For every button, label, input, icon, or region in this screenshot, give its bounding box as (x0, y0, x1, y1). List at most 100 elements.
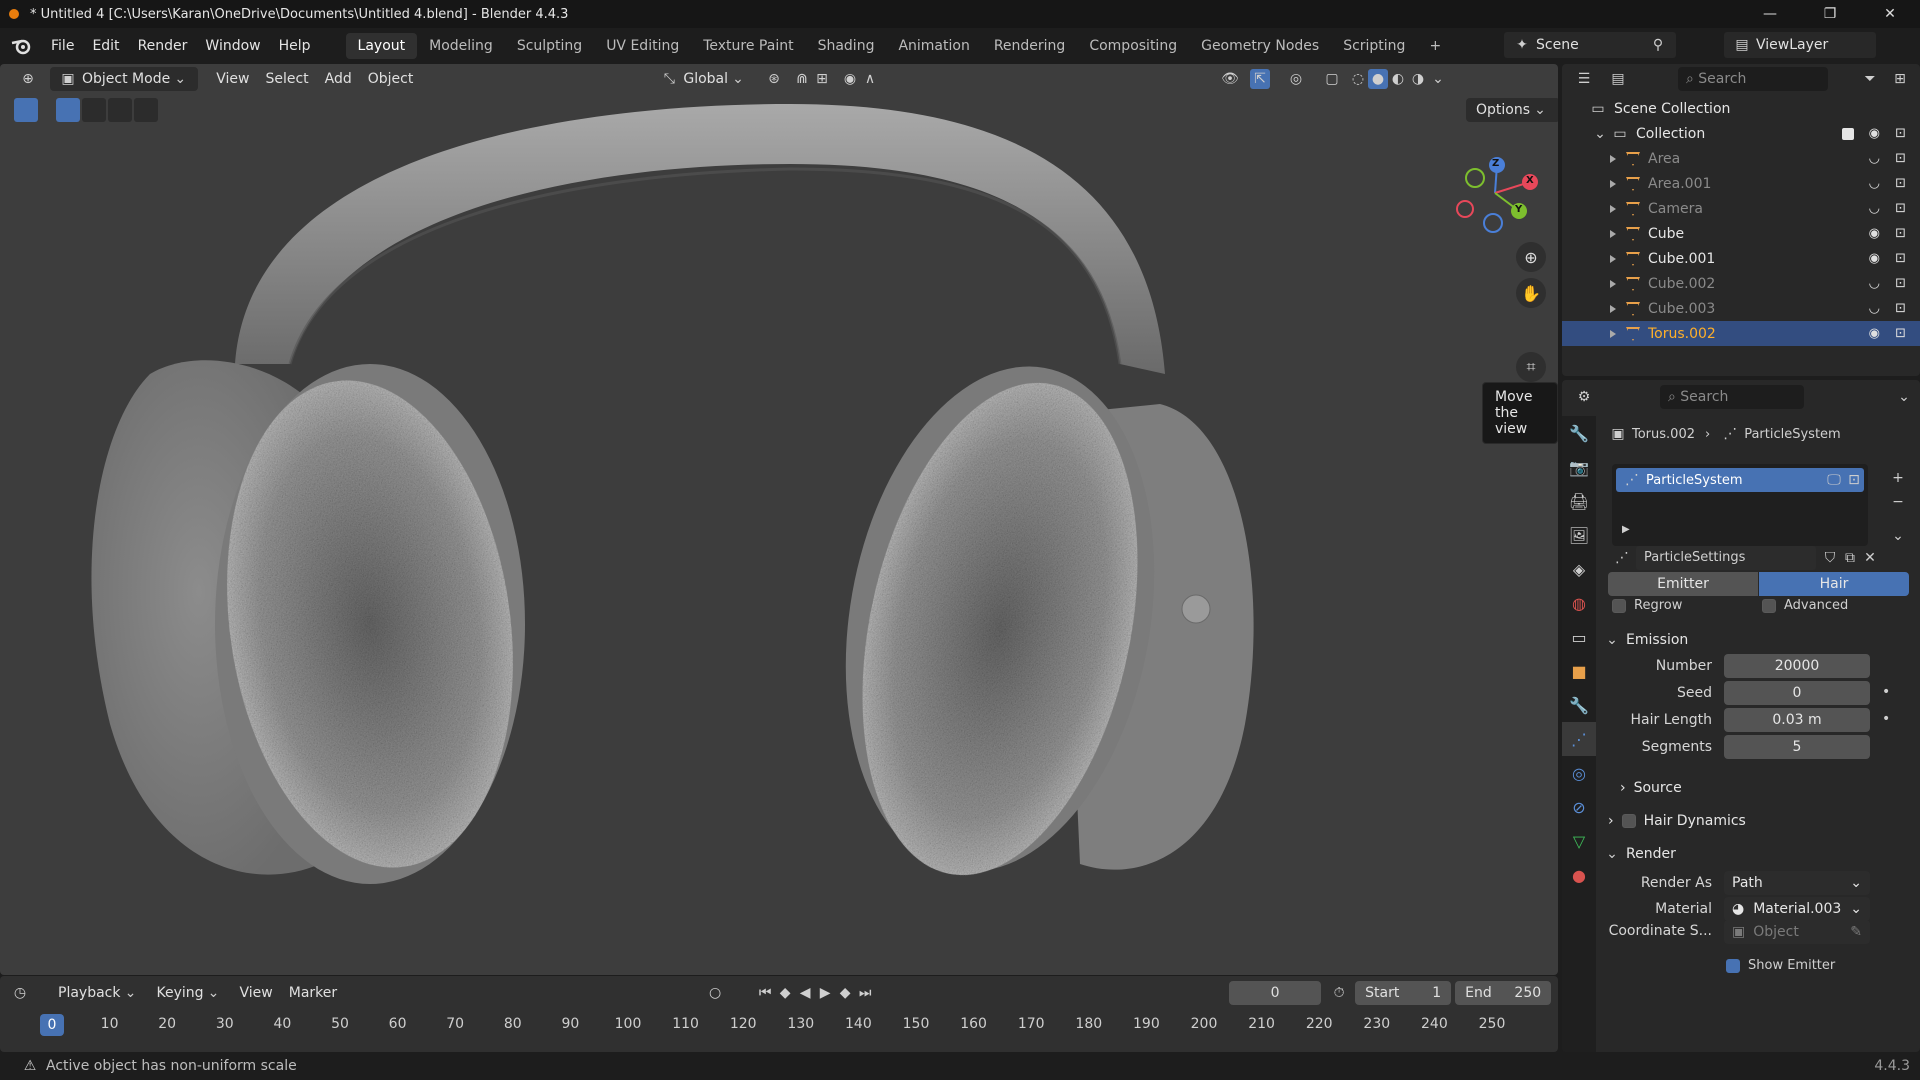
render-camera-icon[interactable]: ⊡ (1895, 226, 1906, 241)
material-tab-icon[interactable]: ● (1562, 858, 1596, 892)
tool-tab-icon[interactable]: 🔧 (1562, 416, 1596, 450)
segments-field[interactable]: 5 (1724, 735, 1870, 759)
type-emitter-button[interactable]: Emitter (1608, 572, 1758, 596)
zoom-icon[interactable]: ⊕ (1516, 242, 1546, 272)
add-workspace-button[interactable]: + (1417, 33, 1453, 59)
particle-system-list-item[interactable]: ⋰ ParticleSystem 🖵 ⊡ (1616, 468, 1864, 492)
render-camera-icon[interactable]: ⊡ (1895, 301, 1906, 316)
output-tab-icon[interactable]: 🖨 (1562, 484, 1596, 518)
hair-length-field[interactable]: 0.03 m (1724, 708, 1870, 732)
tab-sculpting[interactable]: Sculpting (505, 33, 594, 59)
tab-animation[interactable]: Animation (886, 33, 981, 59)
play-icon[interactable]: ▶ (815, 983, 835, 1003)
eyedropper-icon[interactable]: ✎ (1850, 924, 1862, 940)
tab-geometry-nodes[interactable]: Geometry Nodes (1189, 33, 1331, 59)
collection-tab-icon[interactable]: ▭ (1562, 620, 1596, 654)
show-emitter-checkbox[interactable]: Show Emitter (1726, 958, 1835, 973)
select-subtract-icon[interactable] (108, 98, 132, 122)
outliner-item[interactable]: Cube ◉ ⊡ (1562, 221, 1920, 246)
outliner-item[interactable]: Cube.001 ◉ ⊡ (1562, 246, 1920, 271)
tab-uv-editing[interactable]: UV Editing (594, 33, 691, 59)
next-keyframe-icon[interactable]: ◆ (835, 983, 855, 1003)
outliner-search-input[interactable]: ⌕ Search (1678, 67, 1828, 91)
outliner-item[interactable]: Camera ◡ ⊡ (1562, 196, 1920, 221)
expand-triangle-icon[interactable] (1610, 279, 1616, 288)
view-layer-selector[interactable]: ▤ ViewLayer (1724, 32, 1876, 58)
render-camera-icon[interactable]: ⊡ (1895, 251, 1906, 266)
seed-field[interactable]: 0 (1724, 681, 1870, 705)
view-layer-tab-icon[interactable]: 🖼 (1562, 518, 1596, 552)
falloff-icon[interactable]: ∧ (860, 69, 880, 89)
navigation-gizmo[interactable] (1455, 148, 1545, 238)
advanced-checkbox[interactable]: Advanced (1762, 598, 1848, 613)
overlays-icon[interactable]: ◎ (1286, 69, 1306, 89)
playhead[interactable]: 0 (40, 1014, 64, 1036)
outliner-item[interactable]: Torus.002 ◉ ⊡ (1562, 321, 1920, 346)
chevron-down-icon[interactable]: ⌄ (1888, 526, 1908, 546)
monitor-icon[interactable]: 🖵 (1824, 470, 1844, 490)
material-dropdown[interactable]: ◕ Material.003 ⌄ (1724, 897, 1870, 921)
tab-rendering[interactable]: Rendering (982, 33, 1078, 59)
tab-shading[interactable]: Shading (806, 33, 887, 59)
play-reverse-icon[interactable]: ◀ (795, 983, 815, 1003)
editor-type-button[interactable]: ⊕ (10, 67, 46, 91)
shading-options-icon[interactable]: ⌄ (1428, 69, 1448, 89)
maximize-button[interactable]: ❐ (1800, 0, 1860, 28)
menu-render[interactable]: Render (129, 34, 197, 58)
eye-icon[interactable]: ◉ (1869, 226, 1880, 241)
prev-keyframe-icon[interactable]: ◆ (775, 983, 795, 1003)
scene-tab-icon[interactable]: ◈ (1562, 552, 1596, 586)
number-field[interactable]: 20000 (1724, 654, 1870, 678)
outliner-item[interactable]: Cube.003 ◡ ⊡ (1562, 296, 1920, 321)
particle-settings-selector[interactable]: ⋰ ParticleSettings ⛉ ⧉ ✕ (1612, 546, 1912, 570)
expand-triangle-icon[interactable] (1610, 154, 1616, 163)
modifier-tab-icon[interactable]: 🔧 (1562, 688, 1596, 722)
expand-triangle-icon[interactable] (1610, 204, 1616, 213)
scene-collection-row[interactable]: ▭ Scene Collection (1562, 96, 1920, 121)
orientation-dropdown[interactable]: ⤡ Global ⌄ (651, 67, 756, 91)
render-camera-icon[interactable]: ⊡ (1895, 151, 1906, 166)
tab-texture-paint[interactable]: Texture Paint (691, 33, 805, 59)
chevron-down-icon[interactable]: ⌄ (1590, 124, 1610, 144)
render-camera-icon[interactable]: ⊡ (1895, 326, 1906, 341)
jump-end-icon[interactable]: ⏭ (855, 983, 875, 1003)
hair-dynamics-checkbox[interactable] (1621, 814, 1636, 828)
material-shading-icon[interactable]: ◐ (1388, 69, 1408, 89)
hair-dynamics-panel-header[interactable]: › Hair Dynamics (1602, 807, 1914, 835)
eye-icon[interactable]: ◉ (1869, 251, 1880, 266)
render-panel-header[interactable]: ⌄ Render (1602, 840, 1914, 868)
gizmo-toggle-icon[interactable]: ⇱ (1250, 69, 1271, 89)
tab-compositing[interactable]: Compositing (1077, 33, 1189, 59)
outliner-item[interactable]: Cube.002 ◡ ⊡ (1562, 271, 1920, 296)
current-frame-field[interactable]: 0 (1229, 981, 1322, 1005)
xray-icon[interactable]: ▢ (1322, 69, 1342, 89)
properties-search-input[interactable]: ⌕ Search (1660, 385, 1804, 409)
menu-marker[interactable]: Marker (281, 981, 345, 1005)
outliner-item[interactable]: Area ◡ ⊡ (1562, 146, 1920, 171)
pan-hand-icon[interactable]: ✋ (1516, 278, 1546, 308)
preview-range-icon[interactable]: ⏱ (1329, 983, 1349, 1003)
unlink-icon[interactable]: ✕ (1860, 548, 1880, 568)
frame-ruler[interactable]: 0 10 20 30 40 50 60 70 80 90 100 110 120 130 140 150 160… (0, 1010, 1558, 1042)
eye-closed-icon[interactable]: ◡ (1869, 201, 1880, 216)
options-dropdown[interactable]: Options ⌄ (1466, 98, 1558, 122)
source-subpanel-header[interactable]: › Source (1620, 774, 1820, 802)
collection-row[interactable]: ⌄ ▭ Collection ◉ ⊡ (1562, 121, 1920, 146)
snap-icon[interactable]: ⋒ (792, 69, 812, 89)
add-icon[interactable]: + (1888, 468, 1908, 488)
auto-keying-icon[interactable]: ○ (705, 983, 725, 1003)
clock-editor-icon[interactable]: ◷ (10, 983, 30, 1003)
physics-tab-icon[interactable]: ◎ (1562, 756, 1596, 790)
minimize-button[interactable]: — (1740, 0, 1800, 28)
render-camera-icon[interactable]: ⊡ (1895, 201, 1906, 216)
world-tab-icon[interactable]: ◍ (1562, 586, 1596, 620)
eye-icon[interactable]: ◉ (1869, 126, 1880, 141)
snap-target-icon[interactable]: ⊞ (812, 69, 832, 89)
tab-layout[interactable]: Layout (345, 33, 418, 59)
end-frame-field[interactable]: End 250 (1455, 981, 1552, 1005)
menu-file[interactable]: File (42, 34, 83, 58)
display-mode-icon[interactable]: ▤ (1608, 69, 1628, 89)
render-camera-icon[interactable]: ⊡ (1895, 276, 1906, 291)
proportional-edit-icon[interactable]: ◉ (840, 69, 860, 89)
blender-menu-icon[interactable] (10, 37, 32, 55)
